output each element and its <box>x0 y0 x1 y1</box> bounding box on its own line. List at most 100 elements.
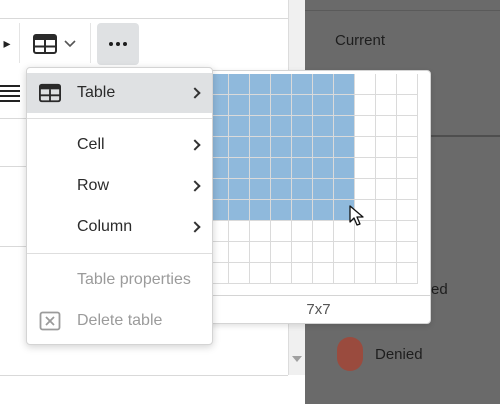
grid-cell[interactable] <box>334 158 354 178</box>
grid-cell[interactable] <box>250 263 270 283</box>
grid-cell[interactable] <box>250 158 270 178</box>
insert-table-button[interactable] <box>27 29 83 59</box>
grid-cell[interactable] <box>355 242 375 262</box>
grid-cell[interactable] <box>376 116 396 136</box>
grid-cell[interactable] <box>397 221 417 241</box>
grid-cell[interactable] <box>229 158 249 178</box>
grid-cell[interactable] <box>355 137 375 157</box>
grid-cell[interactable] <box>250 74 270 94</box>
grid-cell[interactable] <box>313 242 333 262</box>
grid-cell[interactable] <box>292 263 312 283</box>
grid-cell[interactable] <box>313 137 333 157</box>
grid-cell[interactable] <box>229 200 249 220</box>
table-size-grid[interactable] <box>207 74 418 284</box>
grid-cell[interactable] <box>355 74 375 94</box>
grid-cell[interactable] <box>376 179 396 199</box>
grid-cell[interactable] <box>250 242 270 262</box>
grid-cell[interactable] <box>313 95 333 115</box>
grid-cell[interactable] <box>334 116 354 136</box>
grid-cell[interactable] <box>334 263 354 283</box>
grid-cell[interactable] <box>250 116 270 136</box>
grid-cell[interactable] <box>250 179 270 199</box>
grid-cell[interactable] <box>292 179 312 199</box>
grid-cell[interactable] <box>229 221 249 241</box>
grid-cell[interactable] <box>355 116 375 136</box>
grid-cell[interactable] <box>334 137 354 157</box>
grid-cell[interactable] <box>334 242 354 262</box>
grid-cell[interactable] <box>292 137 312 157</box>
grid-cell[interactable] <box>397 263 417 283</box>
grid-cell[interactable] <box>313 263 333 283</box>
grid-cell[interactable] <box>313 158 333 178</box>
grid-cell[interactable] <box>313 179 333 199</box>
grid-cell[interactable] <box>271 74 291 94</box>
grid-cell[interactable] <box>334 179 354 199</box>
grid-cell[interactable] <box>397 179 417 199</box>
menu-item-cell[interactable]: Cell <box>27 125 212 165</box>
menu-item-row[interactable]: Row <box>27 166 212 206</box>
grid-cell[interactable] <box>397 158 417 178</box>
grid-cell[interactable] <box>313 221 333 241</box>
grid-cell[interactable] <box>271 200 291 220</box>
grid-cell[interactable] <box>229 95 249 115</box>
grid-cell[interactable] <box>229 242 249 262</box>
grid-cell[interactable] <box>355 179 375 199</box>
grid-cell[interactable] <box>229 137 249 157</box>
grid-cell[interactable] <box>271 137 291 157</box>
grid-cell[interactable] <box>271 116 291 136</box>
more-options-button[interactable] <box>97 23 139 65</box>
grid-cell[interactable] <box>355 158 375 178</box>
grid-cell[interactable] <box>229 179 249 199</box>
grid-cell[interactable] <box>376 158 396 178</box>
grid-cell[interactable] <box>334 95 354 115</box>
menu-item-table-properties[interactable]: Table properties <box>27 260 212 300</box>
grid-cell[interactable] <box>397 116 417 136</box>
grid-cell[interactable] <box>250 200 270 220</box>
grid-cell[interactable] <box>292 221 312 241</box>
grid-cell[interactable] <box>271 95 291 115</box>
grid-cell[interactable] <box>271 263 291 283</box>
grid-cell[interactable] <box>292 95 312 115</box>
grid-cell[interactable] <box>313 74 333 94</box>
grid-cell[interactable] <box>376 221 396 241</box>
grid-cell[interactable] <box>271 221 291 241</box>
grid-cell[interactable] <box>397 242 417 262</box>
menu-item-column[interactable]: Column <box>27 207 212 247</box>
grid-cell[interactable] <box>229 116 249 136</box>
grid-cell[interactable] <box>376 242 396 262</box>
grid-cell[interactable] <box>250 95 270 115</box>
grid-cell[interactable] <box>229 263 249 283</box>
grid-cell[interactable] <box>397 95 417 115</box>
grid-cell[interactable] <box>271 179 291 199</box>
grid-cell[interactable] <box>271 242 291 262</box>
grid-cell[interactable] <box>292 74 312 94</box>
chevron-right-icon <box>189 139 201 151</box>
editor-divider <box>0 375 288 376</box>
menu-item-table[interactable]: Table <box>27 73 212 113</box>
grid-cell[interactable] <box>271 158 291 178</box>
grid-cell[interactable] <box>229 74 249 94</box>
grid-cell[interactable] <box>376 137 396 157</box>
grid-cell[interactable] <box>250 221 270 241</box>
grid-cell[interactable] <box>292 242 312 262</box>
grid-cell[interactable] <box>292 116 312 136</box>
grid-cell[interactable] <box>376 74 396 94</box>
grid-cell[interactable] <box>355 95 375 115</box>
grid-cell[interactable] <box>334 74 354 94</box>
grid-cell[interactable] <box>376 200 396 220</box>
grid-cell[interactable] <box>397 74 417 94</box>
scroll-down-arrow-icon[interactable] <box>292 356 302 362</box>
grid-cell[interactable] <box>397 137 417 157</box>
menu-item-delete-table[interactable]: Delete table <box>27 301 212 341</box>
grid-cell[interactable] <box>250 137 270 157</box>
grid-cell[interactable] <box>313 116 333 136</box>
grid-cell[interactable] <box>376 263 396 283</box>
toolbar-arrow-icon[interactable]: ▸ <box>0 29 14 57</box>
grid-cell[interactable] <box>292 158 312 178</box>
grid-cell[interactable] <box>376 95 396 115</box>
grid-cell[interactable] <box>397 200 417 220</box>
align-justify-icon[interactable] <box>0 84 20 102</box>
grid-cell[interactable] <box>355 263 375 283</box>
grid-cell[interactable] <box>313 200 333 220</box>
grid-cell[interactable] <box>292 200 312 220</box>
